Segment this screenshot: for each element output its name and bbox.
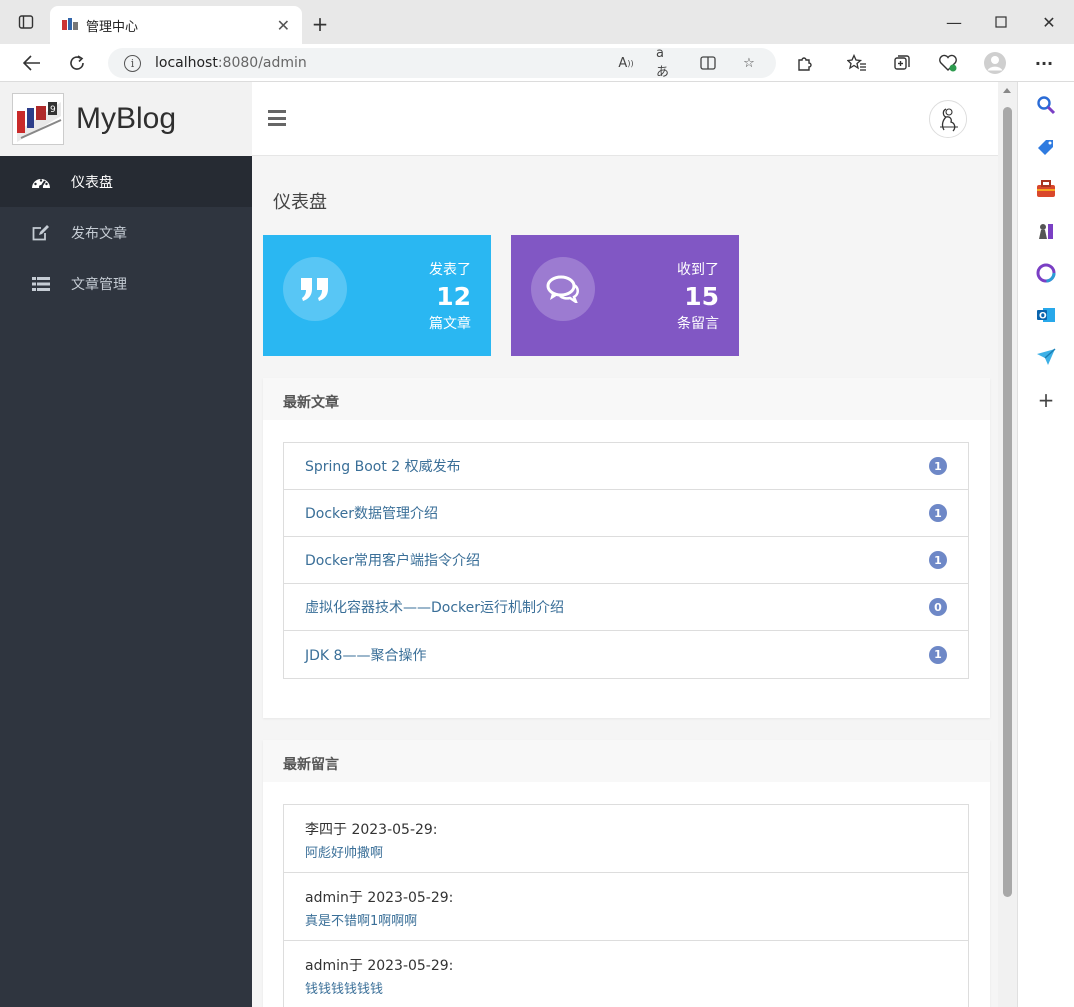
browser-tab-bar: 管理中心 ✕ + — ✕	[0, 0, 1074, 44]
sidebar-toggle-icon[interactable]	[8, 8, 44, 36]
list-icon	[31, 274, 51, 294]
stat-prefix: 收到了	[677, 262, 719, 278]
sidebar-item-manage[interactable]: 文章管理	[0, 258, 252, 309]
sidebar-item-label: 发布文章	[71, 225, 127, 242]
comment-count-badge: 0	[929, 598, 947, 616]
brand[interactable]: 9 MyBlog	[0, 82, 252, 156]
stat-value: 15	[684, 282, 719, 311]
edge-sidebar: O +	[1017, 82, 1074, 1007]
tab-favicon-icon	[62, 17, 78, 33]
stat-suffix: 条留言	[677, 316, 719, 332]
comments-icon	[531, 257, 595, 321]
comment-author-date: admin于 2023-05-29:	[305, 890, 454, 906]
latest-comments-list: 李四于 2023-05-29: 阿彪好帅撒啊 admin于 2023-05-29…	[283, 804, 969, 1007]
games-icon[interactable]	[1036, 221, 1056, 241]
top-bar	[252, 82, 998, 156]
list-item[interactable]: Docker常用客户端指令介绍 1	[284, 537, 968, 584]
stat-prefix: 发表了	[429, 262, 471, 278]
scroll-up-icon[interactable]	[1003, 88, 1011, 93]
svg-text:9: 9	[50, 105, 56, 115]
post-title-link[interactable]: JDK 8——聚合操作	[305, 645, 426, 665]
profile-avatar-icon[interactable]	[981, 49, 1009, 77]
close-window-icon[interactable]: ✕	[1031, 8, 1067, 36]
comment-content[interactable]: 钱钱钱钱钱钱	[305, 978, 947, 997]
quote-icon	[283, 257, 347, 321]
read-aloud-icon[interactable]: A))	[616, 53, 636, 73]
avatar[interactable]	[929, 100, 967, 138]
list-item: admin于 2023-05-29: 真是不错啊1啊啊啊	[284, 873, 968, 941]
latest-posts-panel: 最新文章 Spring Boot 2 权威发布 1 Docker数据管理介绍 1…	[263, 378, 990, 718]
send-icon[interactable]	[1036, 347, 1056, 367]
post-title-link[interactable]: Docker数据管理介绍	[305, 503, 438, 523]
menu-toggle-icon[interactable]	[268, 110, 286, 126]
comment-content[interactable]: 真是不错啊1啊啊啊	[305, 910, 947, 929]
sidebar-item-label: 仪表盘	[71, 174, 113, 191]
collections-icon[interactable]	[888, 49, 916, 77]
panel-heading: 最新文章	[263, 378, 990, 420]
brand-name: MyBlog	[76, 102, 177, 135]
url-text: localhost:8080/admin	[155, 55, 307, 71]
list-item: admin于 2023-05-29: 钱钱钱钱钱钱	[284, 941, 968, 1007]
comment-count-badge: 1	[929, 457, 947, 475]
comment-author-date: 李四于 2023-05-29:	[305, 822, 438, 838]
posts-stat-card: 发表了 12 篇文章	[263, 235, 491, 356]
tab-close-icon[interactable]: ✕	[277, 16, 290, 35]
split-screen-icon[interactable]	[698, 53, 718, 73]
svg-text:O: O	[1039, 312, 1047, 322]
post-title-link[interactable]: 虚拟化容器技术——Docker运行机制介绍	[305, 597, 564, 617]
sidebar-item-publish[interactable]: 发布文章	[0, 207, 252, 258]
list-item[interactable]: 虚拟化容器技术——Docker运行机制介绍 0	[284, 584, 968, 631]
outlook-icon[interactable]: O	[1036, 305, 1056, 325]
favorite-star-icon[interactable]: ☆	[739, 53, 759, 73]
new-tab-button[interactable]: +	[306, 10, 334, 38]
list-item[interactable]: JDK 8——聚合操作 1	[284, 631, 968, 678]
browser-essentials-icon[interactable]	[934, 49, 962, 77]
page-title: 仪表盘	[273, 192, 327, 213]
page-scrollbar[interactable]	[998, 82, 1017, 1007]
post-title-link[interactable]: Spring Boot 2 权威发布	[305, 456, 461, 476]
minimize-icon[interactable]: —	[936, 8, 972, 36]
add-icon[interactable]: +	[1036, 388, 1056, 412]
comment-count-badge: 1	[929, 551, 947, 569]
browser-toolbar: i localhost:8080/admin A)) aあ ☆ ···	[0, 44, 1074, 82]
edit-icon	[31, 223, 51, 243]
site-info-icon[interactable]: i	[124, 54, 141, 72]
office-icon[interactable]	[1036, 263, 1056, 283]
extensions-icon[interactable]	[791, 49, 819, 77]
comment-author-date: admin于 2023-05-29:	[305, 958, 454, 974]
sidebar-item-dashboard[interactable]: 仪表盘	[0, 156, 252, 207]
panel-heading: 最新留言	[263, 740, 990, 782]
list-item: 李四于 2023-05-29: 阿彪好帅撒啊	[284, 805, 968, 873]
stat-value: 12	[436, 282, 471, 311]
refresh-icon[interactable]	[63, 49, 91, 77]
dashboard-icon	[31, 172, 51, 192]
comment-count-badge: 1	[929, 504, 947, 522]
shopping-tag-icon[interactable]	[1036, 137, 1056, 157]
post-title-link[interactable]: Docker常用客户端指令介绍	[305, 550, 480, 570]
sidebar: 9 MyBlog 仪表盘 发布文章 文章管理	[0, 82, 252, 1007]
list-item[interactable]: Docker数据管理介绍 1	[284, 490, 968, 537]
latest-posts-list: Spring Boot 2 权威发布 1 Docker数据管理介绍 1 Dock…	[283, 442, 969, 679]
comments-stat-card: 收到了 15 条留言	[511, 235, 739, 356]
main-content: 仪表盘 发表了 12 篇文章 收到了 15 条留言 最新文章 Spring Bo…	[252, 156, 998, 1007]
more-menu-icon[interactable]: ···	[1030, 49, 1058, 77]
comment-content[interactable]: 阿彪好帅撒啊	[305, 842, 947, 861]
stat-suffix: 篇文章	[429, 316, 471, 332]
sidebar-item-label: 文章管理	[71, 276, 127, 293]
translate-icon[interactable]: aあ	[656, 46, 676, 80]
scroll-thumb[interactable]	[1003, 107, 1012, 897]
list-item[interactable]: Spring Boot 2 权威发布 1	[284, 443, 968, 490]
maximize-icon[interactable]	[983, 8, 1019, 36]
address-bar[interactable]: i localhost:8080/admin A)) aあ ☆	[108, 46, 776, 80]
search-icon[interactable]	[1036, 95, 1056, 115]
latest-comments-panel: 最新留言 李四于 2023-05-29: 阿彪好帅撒啊 admin于 2023-…	[263, 740, 990, 1007]
tools-icon[interactable]	[1036, 179, 1056, 199]
comment-count-badge: 1	[929, 645, 947, 664]
tab-title: 管理中心	[86, 19, 139, 35]
browser-tab[interactable]: 管理中心 ✕	[50, 6, 302, 44]
back-icon[interactable]	[18, 49, 46, 77]
favorites-icon[interactable]	[843, 49, 871, 77]
blog-logo: 9	[12, 93, 64, 145]
